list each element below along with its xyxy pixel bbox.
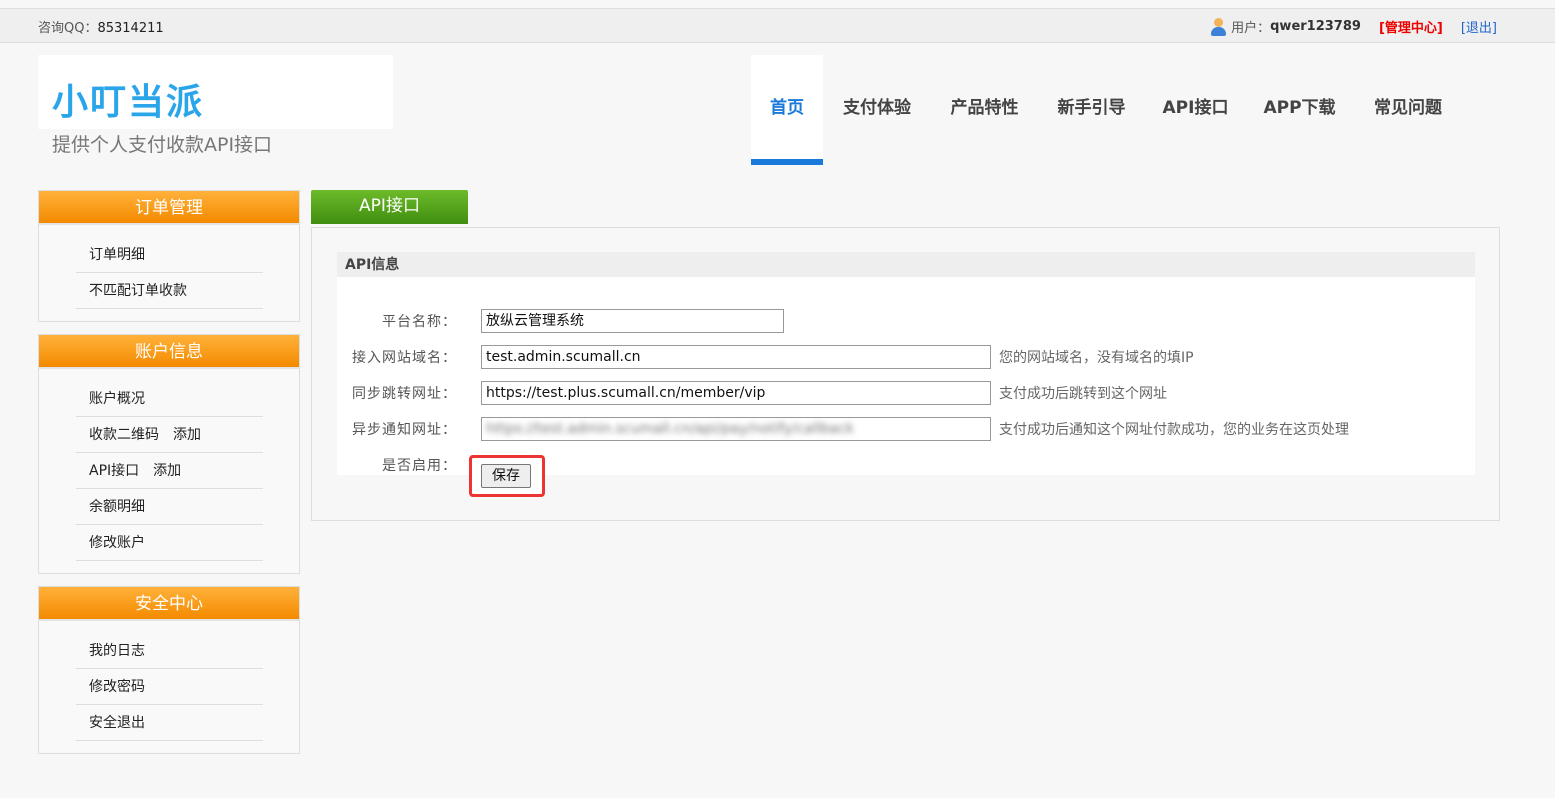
qq-number: 85314211 [97,21,164,36]
nav-home[interactable]: 首页 [751,55,823,165]
nav-features[interactable]: 产品特性 [931,55,1038,165]
sync-url-hint: 支付成功后跳转到这个网址 [999,386,1167,402]
logo[interactable]: 小叮当派 [38,55,393,129]
qq-label: 咨询QQ： [38,21,98,36]
api-panel: API信息 平台名称： 放纵云管理系统 接入网站域名： test.admin.s… [311,227,1500,521]
logo-text: 小叮当派 [52,82,205,123]
sidebar-account-title: 账户信息 [39,335,299,369]
row-async-url: 异步通知网址： https://test.admin.scumall.cn/ap… [337,416,1349,442]
platform-name-label: 平台名称： [382,314,457,330]
sidebar-item-unmatched-orders[interactable]: 不匹配订单收款 [76,273,263,309]
user-label: 用户： [1231,21,1271,36]
nav-api[interactable]: API接口 [1145,55,1246,165]
sidebar-orders: 订单管理 订单明细 不匹配订单收款 [38,190,300,322]
sidebar-security-title: 安全中心 [39,587,299,621]
sync-url-label: 同步跳转网址： [352,386,457,402]
nav-pay-demo[interactable]: 支付体验 [823,55,931,165]
logout-link[interactable]: [退出] [1461,17,1497,36]
sidebar-item-order-detail[interactable]: 订单明细 [76,237,263,273]
sidebar-orders-title: 订单管理 [39,191,299,225]
nav-guide[interactable]: 新手引导 [1038,55,1145,165]
section-title: API信息 [337,252,1475,277]
sidebar-item-my-log[interactable]: 我的日志 [76,633,263,669]
sidebar-security: 安全中心 我的日志 修改密码 安全退出 [38,586,300,754]
save-highlight: 保存 [469,455,545,497]
tab-api[interactable]: API接口 [311,190,468,224]
slogan: 提供个人支付收款API接口 [52,134,273,156]
save-button[interactable]: 保存 [481,464,531,488]
row-domain: 接入网站域名： test.admin.scumall.cn 您的网站域名，没有域… [337,344,1194,370]
sidebar-item-qrcode: 收款二维码 添加 [76,417,263,453]
api-add-link[interactable]: 添加 [153,463,181,479]
qrcode-add-link[interactable]: 添加 [173,427,201,443]
admin-center-link[interactable]: [管理中心] [1379,17,1443,36]
qq-contact: 咨询QQ：85314211 [38,17,164,36]
row-platform-name: 平台名称： 放纵云管理系统 [337,308,784,334]
top-bar: 咨询QQ：85314211 用户： qwer123789 [管理中心] [退出] [0,8,1555,43]
domain-input[interactable]: test.admin.scumall.cn [481,345,991,369]
username: qwer123789 [1270,19,1361,34]
enabled-label: 是否启用： [382,458,457,474]
row-sync-url: 同步跳转网址： https://test.plus.scumall.cn/mem… [337,380,1167,406]
domain-label: 接入网站域名： [352,350,457,366]
sidebar-item-safe-logout[interactable]: 安全退出 [76,705,263,741]
sidebar-item-edit-account[interactable]: 修改账户 [76,525,263,561]
sidebar-item-api-label[interactable]: API接口 [89,463,139,479]
sidebar-account: 账户信息 账户概况 收款二维码 添加 API接口 添加 余额明细 修改账户 [38,334,300,574]
async-url-value: https://test.admin.scumall.cn/api/pay/no… [486,421,854,437]
nav-faq[interactable]: 常见问题 [1353,55,1463,165]
main-nav: 首页 支付体验 产品特性 新手引导 API接口 APP下载 常见问题 [751,55,1463,165]
api-form: API信息 平台名称： 放纵云管理系统 接入网站域名： test.admin.s… [337,252,1475,497]
sidebar-item-qrcode-label[interactable]: 收款二维码 [89,427,159,443]
domain-hint: 您的网站域名，没有域名的填IP [999,350,1194,366]
nav-app-download[interactable]: APP下载 [1246,55,1353,165]
sidebar-item-account-overview[interactable]: 账户概况 [76,381,263,417]
sidebar-item-api: API接口 添加 [76,453,263,489]
sidebar-item-balance[interactable]: 余额明细 [76,489,263,525]
platform-name-input[interactable]: 放纵云管理系统 [481,309,784,333]
async-url-hint: 支付成功后通知这个网址付款成功，您的业务在这页处理 [999,422,1349,438]
sidebar-item-change-password[interactable]: 修改密码 [76,669,263,705]
async-url-input[interactable]: https://test.admin.scumall.cn/api/pay/no… [481,417,991,441]
sync-url-input[interactable]: https://test.plus.scumall.cn/member/vip [481,381,991,405]
user-icon [1211,17,1227,36]
user-area: 用户： qwer123789 [管理中心] [退出] [1211,17,1497,36]
async-url-label: 异步通知网址： [352,422,457,438]
